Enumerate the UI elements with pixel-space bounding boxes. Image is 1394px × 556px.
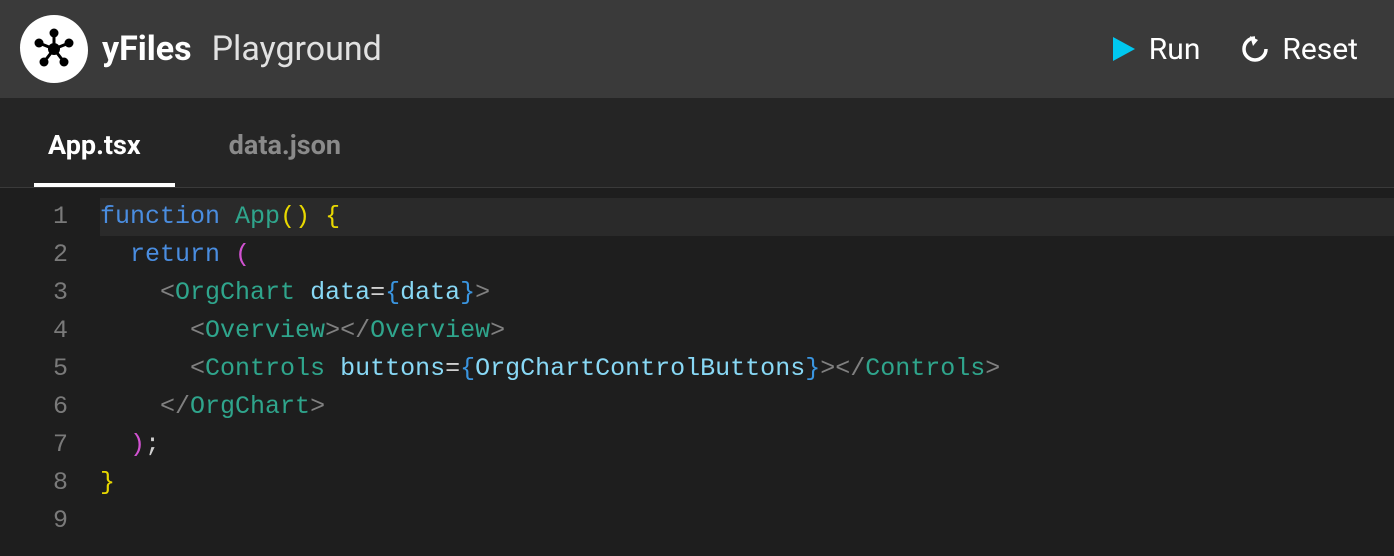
line-number-gutter: 1 2 3 4 5 6 7 8 9: [0, 188, 100, 540]
reset-label: Reset: [1282, 32, 1358, 67]
reset-icon: [1240, 34, 1270, 64]
code-line: <OrgChart data={data}>: [100, 274, 1394, 312]
run-label: Run: [1149, 32, 1201, 67]
tab-app-tsx[interactable]: App.tsx: [34, 129, 175, 187]
code-line: function App() {: [100, 198, 1394, 236]
code-line: }: [100, 464, 1394, 502]
run-button[interactable]: Run: [1109, 32, 1201, 67]
play-icon: [1109, 35, 1137, 63]
brand: yFiles Playground: [20, 15, 382, 83]
tab-data-json[interactable]: data.json: [215, 129, 375, 187]
code-area[interactable]: function App() { return ( <OrgChart data…: [100, 188, 1394, 540]
tabs-bar: App.tsx data.json: [0, 98, 1394, 188]
code-line: [100, 502, 1394, 540]
brand-subtitle: Playground: [212, 29, 382, 69]
code-line: </OrgChart>: [100, 388, 1394, 426]
brand-name: yFiles: [102, 29, 192, 69]
reset-button[interactable]: Reset: [1240, 32, 1358, 67]
code-line: <Controls buttons={OrgChartControlButton…: [100, 350, 1394, 388]
code-editor[interactable]: 1 2 3 4 5 6 7 8 9 function App() { retur…: [0, 188, 1394, 540]
code-line: return (: [100, 236, 1394, 274]
app-header: yFiles Playground Run Reset: [0, 0, 1394, 98]
code-line: <Overview></Overview>: [100, 312, 1394, 350]
yfiles-logo-icon: [20, 15, 88, 83]
code-line: );: [100, 426, 1394, 464]
header-actions: Run Reset: [1109, 32, 1358, 67]
